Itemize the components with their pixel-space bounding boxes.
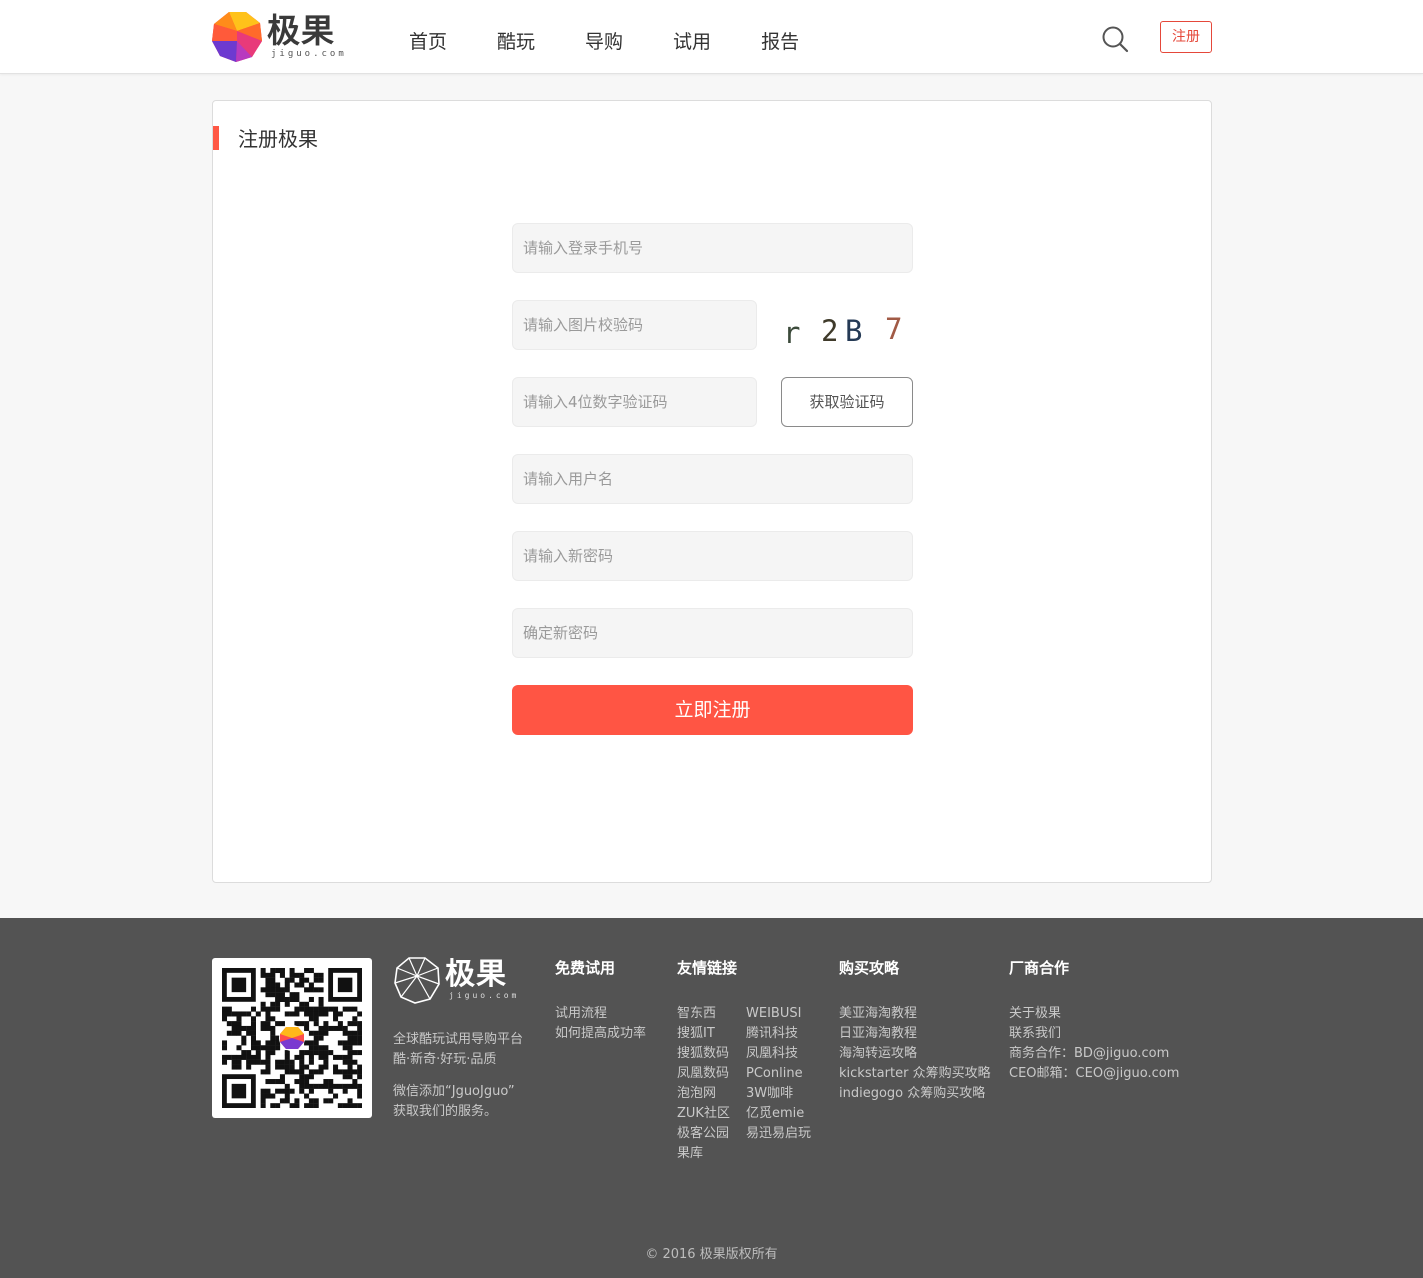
get-code-button[interactable]: 获取验证码 <box>781 377 913 427</box>
captcha-image[interactable]: r 2 B 7 <box>781 311 913 351</box>
footer-link[interactable]: 如何提高成功率 <box>555 1024 646 1044</box>
footer-link[interactable]: 商务合作：BD@jiguo.com <box>1009 1044 1179 1064</box>
footer-link[interactable]: 联系我们 <box>1009 1024 1179 1044</box>
tagline-line: 酷·新奇·好玩·品质 <box>393 1052 497 1067</box>
footer-col-title-guide: 购买攻略 <box>839 959 900 977</box>
register-card: 注册极果 r 2 B 7 获取验证码 立即注册 <box>212 100 1212 883</box>
footer-link[interactable]: 智东西 <box>677 1004 730 1024</box>
username-input[interactable] <box>512 454 913 504</box>
footer-link[interactable]: indiegogo 众筹购买攻略 <box>839 1084 991 1104</box>
footer-col-title-links: 友情链接 <box>677 959 738 977</box>
nav-item-guide[interactable]: 导购 <box>585 28 623 56</box>
footer-link[interactable]: 日亚海淘教程 <box>839 1024 991 1044</box>
footer-link[interactable]: 易迅易启玩 <box>746 1124 811 1144</box>
captcha-char: 2 <box>821 314 839 348</box>
captcha-char: r <box>783 316 801 350</box>
password-input[interactable] <box>512 531 913 581</box>
footer-col-title-business: 厂商合作 <box>1009 959 1070 977</box>
title-accent-bar <box>213 126 219 150</box>
search-icon <box>1102 26 1129 53</box>
footer-wechat-note: 微信添加“JguoJguo” 获取我们的服务。 <box>393 1082 515 1122</box>
footer-logo-text: 极果 <box>445 957 507 992</box>
register-submit-button[interactable]: 立即注册 <box>512 685 913 735</box>
footer-list-guide: 美亚海淘教程 日亚海淘教程 海淘转运攻略 kickstarter 众筹购买攻略 … <box>839 1004 991 1104</box>
footer-col-title-trial: 免费试用 <box>555 959 616 977</box>
footer-link[interactable]: 果库 <box>677 1144 730 1164</box>
footer-link[interactable]: 极客公园 <box>677 1124 730 1144</box>
site-footer: 极果 jiguo.com 全球酷玩试用导购平台 酷·新奇·好玩·品质 微信添加“… <box>0 918 1423 1278</box>
footer-link[interactable]: WEIBUSI <box>746 1004 811 1024</box>
image-code-input[interactable] <box>512 300 757 350</box>
nav-item-trial[interactable]: 试用 <box>673 28 711 56</box>
copyright: © 2016 极果版权所有 <box>645 1247 778 1262</box>
captcha-char: 7 <box>885 312 903 346</box>
footer-link[interactable]: 美亚海淘教程 <box>839 1004 991 1024</box>
footer-link[interactable]: 试用流程 <box>555 1004 646 1024</box>
footer-link[interactable]: CEO邮箱：CEO@jiguo.com <box>1009 1064 1179 1084</box>
logo-domain: jiguo.com <box>271 49 347 59</box>
footer-list-links-a: 智东西 搜狐IT 搜狐数码 凤凰数码 泡泡网 ZUK社区 极客公园 果库 <box>677 1004 730 1164</box>
page-title: 注册极果 <box>238 127 318 151</box>
main-nav: 首页 酷玩 导购 试用 报告 <box>409 28 849 56</box>
nav-item-home[interactable]: 首页 <box>409 28 447 56</box>
footer-link[interactable]: 凤凰科技 <box>746 1044 811 1064</box>
captcha-char: B <box>845 314 863 348</box>
nav-item-kuwan[interactable]: 酷玩 <box>497 28 535 56</box>
wechat-line: 微信添加“JguoJguo” <box>393 1084 515 1099</box>
sms-code-input[interactable] <box>512 377 757 427</box>
footer-logo-mark-icon <box>394 957 440 1004</box>
footer-list-links-b: WEIBUSI 腾讯科技 凤凰科技 PConline 3W咖啡 亿觅emie 易… <box>746 1004 811 1144</box>
confirm-password-input[interactable] <box>512 608 913 658</box>
footer-link[interactable]: 凤凰数码 <box>677 1064 730 1084</box>
footer-logo-domain: jiguo.com <box>449 991 520 1000</box>
footer-list-business: 关于极果 联系我们 商务合作：BD@jiguo.com CEO邮箱：CEO@ji… <box>1009 1004 1179 1084</box>
top-header: 极果 jiguo.com 首页 酷玩 导购 试用 报告 注册 <box>0 0 1423 74</box>
footer-link[interactable]: 3W咖啡 <box>746 1084 811 1104</box>
footer-tagline: 全球酷玩试用导购平台 酷·新奇·好玩·品质 <box>393 1030 523 1070</box>
header-register-button[interactable]: 注册 <box>1160 21 1212 53</box>
logo-mark-icon <box>212 12 262 62</box>
qr-code-icon <box>222 968 362 1108</box>
footer-link[interactable]: 海淘转运攻略 <box>839 1044 991 1064</box>
wechat-line: 获取我们的服务。 <box>393 1104 498 1119</box>
footer-link[interactable]: 关于极果 <box>1009 1004 1179 1024</box>
tagline-line: 全球酷玩试用导购平台 <box>393 1032 524 1047</box>
phone-input[interactable] <box>512 223 913 273</box>
footer-link[interactable]: 泡泡网 <box>677 1084 730 1104</box>
nav-item-report[interactable]: 报告 <box>761 28 799 56</box>
footer-logo[interactable]: 极果 jiguo.com <box>393 956 523 1006</box>
wechat-qr-code <box>212 958 372 1118</box>
footer-list-trial: 试用流程 如何提高成功率 <box>555 1004 646 1044</box>
footer-link[interactable]: 亿觅emie <box>746 1104 811 1124</box>
footer-link[interactable]: 腾讯科技 <box>746 1024 811 1044</box>
footer-link[interactable]: PConline <box>746 1064 811 1084</box>
logo-text: 极果 <box>267 11 335 50</box>
footer-link[interactable]: 搜狐IT <box>677 1024 730 1044</box>
search-button[interactable] <box>1101 25 1129 53</box>
footer-link[interactable]: 搜狐数码 <box>677 1044 730 1064</box>
footer-link[interactable]: ZUK社区 <box>677 1104 730 1124</box>
footer-link[interactable]: kickstarter 众筹购买攻略 <box>839 1064 991 1084</box>
site-logo[interactable]: 极果 jiguo.com <box>211 11 351 63</box>
